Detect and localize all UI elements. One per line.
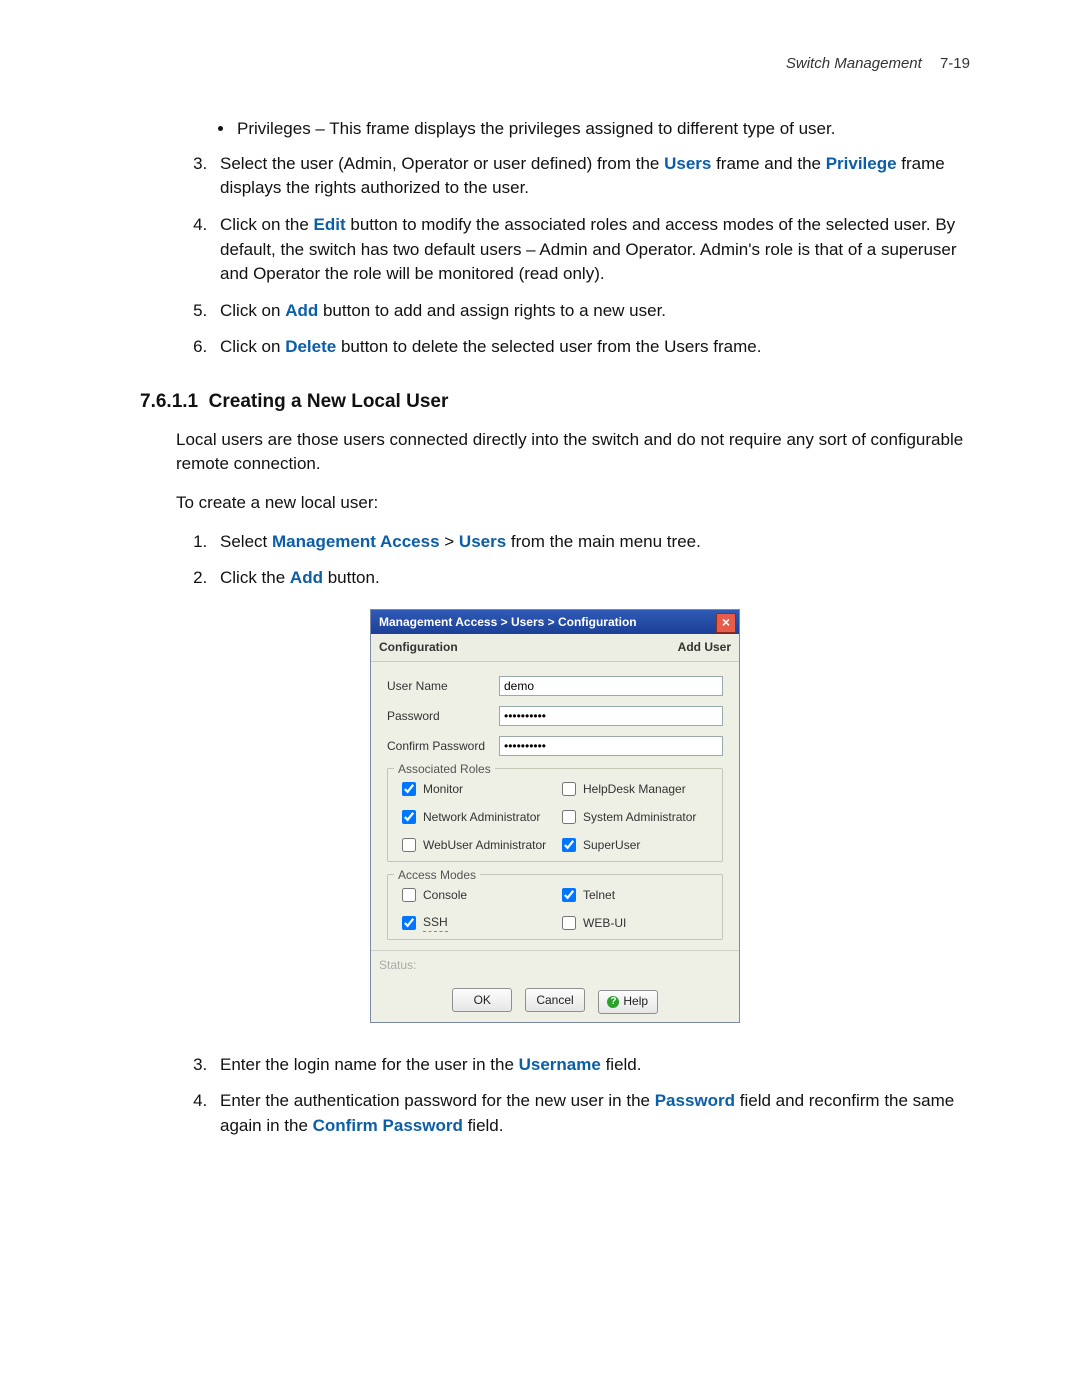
link-add: Add — [285, 301, 318, 320]
dialog-body: User Name Password Confirm Password Asso… — [371, 662, 739, 950]
mode-web-ui[interactable]: WEB-UI — [558, 913, 712, 933]
chapter-name: Switch Management — [786, 55, 922, 72]
step-item: Click the Add button. — [212, 566, 970, 591]
role-system-administrator[interactable]: System Administrator — [558, 807, 712, 827]
steps-a: Select Management Access > Users from th… — [140, 530, 970, 591]
dialog-buttons: OK Cancel ?Help — [371, 981, 739, 1022]
checkbox[interactable] — [402, 838, 416, 852]
link-delete: Delete — [285, 337, 336, 356]
dialog-title: Management Access > Users > Configuratio… — [379, 615, 637, 629]
mode-console[interactable]: Console — [398, 885, 552, 905]
confirm-password-input[interactable] — [499, 736, 723, 756]
associated-roles-group: Associated Roles MonitorHelpDesk Manager… — [387, 768, 723, 862]
checkbox[interactable] — [402, 810, 416, 824]
step-item: Select Management Access > Users from th… — [212, 530, 970, 555]
step-item: Enter the authentication password for th… — [212, 1089, 970, 1138]
mode-telnet[interactable]: Telnet — [558, 885, 712, 905]
cancel-button[interactable]: Cancel — [525, 988, 585, 1012]
figure-wrapper: Management Access > Users > Configuratio… — [140, 609, 970, 1023]
tab-configuration: Configuration — [379, 639, 458, 656]
link-privilege: Privilege — [826, 154, 897, 173]
ok-button[interactable]: OK — [452, 988, 512, 1012]
tab-add-user: Add User — [678, 639, 731, 656]
steps-b: Enter the login name for the user in the… — [140, 1053, 970, 1139]
checkbox[interactable] — [562, 888, 576, 902]
lead-paragraph: To create a new local user: — [176, 491, 970, 516]
checkbox[interactable] — [562, 916, 576, 930]
step-item: Enter the login name for the user in the… — [212, 1053, 970, 1078]
dialog-title-bar: Management Access > Users > Configuratio… — [371, 610, 739, 634]
checkbox[interactable] — [402, 916, 416, 930]
role-webuser-administrator[interactable]: WebUser Administrator — [398, 835, 552, 855]
link-edit: Edit — [314, 215, 346, 234]
role-network-administrator[interactable]: Network Administrator — [398, 807, 552, 827]
checkbox[interactable] — [562, 782, 576, 796]
access-modes-group: Access Modes ConsoleTelnetSSHWEB-UI — [387, 874, 723, 940]
role-helpdesk-manager[interactable]: HelpDesk Manager — [558, 779, 712, 799]
role-superuser[interactable]: SuperUser — [558, 835, 712, 855]
step-item: Click on the Edit button to modify the a… — [212, 213, 970, 287]
intro-paragraph: Local users are those users connected di… — [176, 428, 970, 477]
confirm-password-label: Confirm Password — [387, 738, 499, 755]
password-label: Password — [387, 708, 499, 725]
mode-ssh[interactable]: SSH — [398, 913, 552, 933]
status-bar: Status: — [371, 950, 739, 980]
roles-legend: Associated Roles — [394, 761, 495, 778]
step-item: Select the user (Admin, Operator or user… — [212, 152, 970, 201]
document-page: Switch Management 7-19 Privileges – This… — [0, 0, 1080, 1397]
checkbox[interactable] — [402, 782, 416, 796]
help-icon: ? — [607, 996, 619, 1008]
dialog-subheader: Configuration Add User — [371, 634, 739, 662]
help-button[interactable]: ?Help — [598, 990, 658, 1014]
add-user-dialog: Management Access > Users > Configuratio… — [370, 609, 740, 1023]
close-icon[interactable]: × — [716, 613, 736, 633]
password-input[interactable] — [499, 706, 723, 726]
bullet-list: Privileges – This frame displays the pri… — [140, 117, 970, 142]
username-input[interactable] — [499, 676, 723, 696]
step-item: Click on Delete button to delete the sel… — [212, 335, 970, 360]
username-label: User Name — [387, 678, 499, 695]
bullet-item: Privileges – This frame displays the pri… — [235, 117, 970, 142]
checkbox[interactable] — [562, 838, 576, 852]
step-item: Click on Add button to add and assign ri… — [212, 299, 970, 324]
page-header: Switch Management 7-19 — [140, 55, 970, 72]
top-steps: Select the user (Admin, Operator or user… — [140, 152, 970, 360]
role-monitor[interactable]: Monitor — [398, 779, 552, 799]
content: Privileges – This frame displays the pri… — [140, 117, 970, 1139]
section-heading: 7.6.1.1 Creating a New Local User — [140, 388, 970, 416]
checkbox[interactable] — [402, 888, 416, 902]
modes-legend: Access Modes — [394, 867, 480, 884]
link-users: Users — [664, 154, 711, 173]
checkbox[interactable] — [562, 810, 576, 824]
page-number: 7-19 — [940, 55, 970, 72]
